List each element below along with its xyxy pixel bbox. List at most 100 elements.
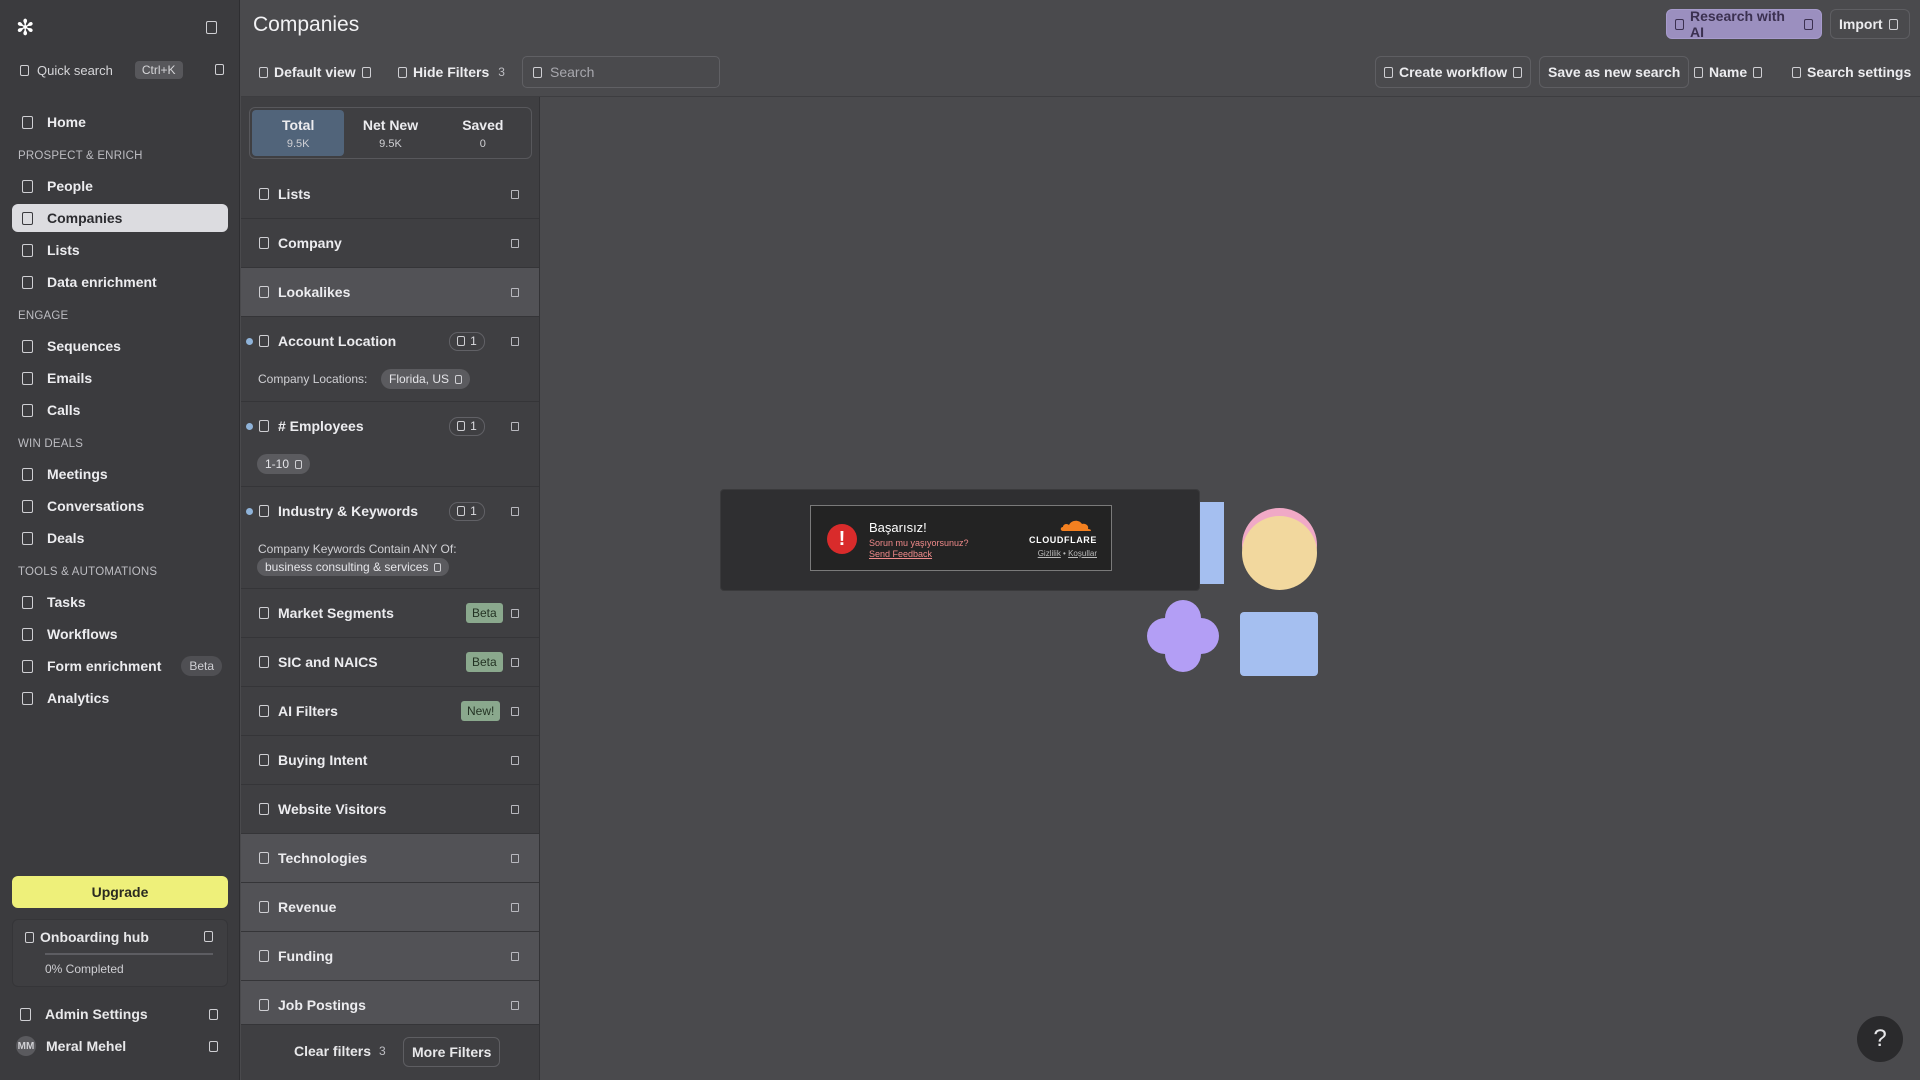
- sidebar-item-emails[interactable]: Emails: [12, 364, 228, 392]
- active-dot: [246, 507, 253, 515]
- filter-company[interactable]: Company: [241, 219, 539, 268]
- privacy-link[interactable]: Gizlilik: [1038, 549, 1061, 558]
- hide-filters-button[interactable]: Hide Filters 3: [398, 56, 505, 88]
- clear-filters-button[interactable]: Clear filters 3: [294, 1043, 386, 1059]
- app-logo-icon[interactable]: ✻: [16, 17, 34, 39]
- section-prospect: PROSPECT & ENRICH: [18, 150, 143, 162]
- upgrade-button[interactable]: Upgrade: [12, 876, 228, 908]
- beta-badge: Beta: [466, 652, 503, 672]
- more-filters-button[interactable]: More Filters: [403, 1037, 501, 1067]
- filter-technologies[interactable]: Technologies: [241, 834, 539, 883]
- tab-net-new[interactable]: Net New 9.5K: [344, 110, 436, 156]
- location-icon: [259, 335, 269, 347]
- filter-ai-filters[interactable]: AI Filters New!: [241, 687, 539, 736]
- search-settings-button[interactable]: Search settings: [1792, 56, 1911, 88]
- chevron-down-icon: [1804, 18, 1813, 30]
- illustration-yellow-circle: [1242, 516, 1317, 590]
- tab-total[interactable]: Total 9.5K: [252, 110, 345, 156]
- filter-funding[interactable]: Funding: [241, 932, 539, 981]
- filter-sic-naics[interactable]: SIC and NAICS Beta: [241, 638, 539, 687]
- sidebar-item-conversations[interactable]: Conversations: [12, 492, 228, 520]
- filter-chip[interactable]: business consulting & services: [257, 558, 450, 576]
- filter-employees[interactable]: # Employees 1 1-10: [241, 402, 539, 487]
- tech-icon: [259, 852, 269, 864]
- dismiss-icon[interactable]: [204, 931, 213, 942]
- compose-icon[interactable]: [215, 64, 224, 75]
- settings-icon: [20, 1007, 31, 1021]
- sidebar-item-data-enrichment[interactable]: Data enrichment: [12, 268, 228, 296]
- filter-label: Lists: [278, 186, 311, 202]
- sidebar-item-label: Home: [47, 114, 86, 130]
- close-icon[interactable]: [295, 459, 303, 469]
- user-menu[interactable]: MM Meral Mehel: [12, 1032, 228, 1060]
- filter-count-badge[interactable]: 1: [449, 416, 485, 436]
- filter-label: Account Location: [278, 333, 397, 349]
- sidebar-item-people[interactable]: People: [12, 172, 228, 200]
- phone-icon: [22, 403, 33, 417]
- close-icon[interactable]: [434, 562, 442, 572]
- filter-lists[interactable]: Lists: [241, 170, 539, 219]
- collapse-sidebar-icon[interactable]: [206, 21, 217, 34]
- sidebar-item-calls[interactable]: Calls: [12, 396, 228, 424]
- sidebar-item-companies[interactable]: Companies: [12, 204, 228, 232]
- filter-panel: Total 9.5K Net New 9.5K Saved 0 Lists Co…: [241, 97, 540, 1080]
- sidebar-item-analytics[interactable]: Analytics: [12, 684, 228, 712]
- quick-search-label: Quick search: [37, 62, 113, 78]
- filter-buying-intent[interactable]: Buying Intent: [241, 736, 539, 785]
- help-button[interactable]: ?: [1857, 1016, 1903, 1062]
- sidebar-item-deals[interactable]: Deals: [12, 524, 228, 552]
- filter-chip[interactable]: Florida, US: [381, 369, 471, 389]
- view-icon: [259, 66, 268, 78]
- filter-revenue[interactable]: Revenue: [241, 883, 539, 932]
- search-input[interactable]: Search: [522, 56, 720, 88]
- sidebar-item-label: Tasks: [47, 594, 86, 610]
- sidebar-item-form-enrichment[interactable]: Form enrichment Beta: [12, 652, 228, 680]
- terms-link[interactable]: Koşullar: [1068, 549, 1097, 558]
- filter-job-postings[interactable]: Job Postings: [241, 981, 539, 1030]
- filter-lookalikes[interactable]: Lookalikes: [241, 268, 539, 317]
- quick-search[interactable]: Quick search Ctrl+K: [12, 58, 228, 82]
- sidebar-item-meetings[interactable]: Meetings: [12, 460, 228, 488]
- onboarding-hub[interactable]: Onboarding hub 0% Completed: [12, 919, 228, 987]
- filter-chip[interactable]: 1-10: [257, 454, 311, 474]
- sidebar-item-workflows[interactable]: Workflows: [12, 620, 228, 648]
- filter-count-badge[interactable]: 1: [449, 501, 485, 521]
- sidebar-item-sequences[interactable]: Sequences: [12, 332, 228, 360]
- sidebar-item-label: Meetings: [47, 466, 108, 482]
- chevron-down-icon: [511, 608, 519, 618]
- sidebar-item-lists[interactable]: Lists: [12, 236, 228, 264]
- import-button[interactable]: Import: [1830, 9, 1910, 39]
- default-view-dropdown[interactable]: Default view: [259, 56, 371, 88]
- send-feedback-link[interactable]: Send Feedback: [869, 549, 932, 559]
- research-ai-label: Research with AI: [1690, 8, 1785, 40]
- sidebar-item-label: Deals: [47, 530, 85, 546]
- save-search-label: Save as new search: [1548, 64, 1681, 80]
- admin-settings[interactable]: Admin Settings: [12, 1000, 228, 1028]
- list-icon: [22, 243, 33, 257]
- onboarding-title: Onboarding hub: [25, 929, 149, 945]
- create-workflow-label: Create workflow: [1399, 64, 1508, 80]
- chevron-up-icon: [511, 421, 519, 431]
- filter-label: Buying Intent: [278, 752, 368, 768]
- create-workflow-button[interactable]: Create workflow: [1375, 56, 1532, 88]
- save-search-button[interactable]: Save as new search: [1539, 56, 1690, 88]
- active-dot: [246, 422, 253, 430]
- chevron-up-icon: [511, 506, 519, 516]
- sort-name-dropdown[interactable]: Name: [1694, 56, 1763, 88]
- sidebar-item-tasks[interactable]: Tasks: [12, 588, 228, 616]
- filter-industry-keywords[interactable]: Industry & Keywords 1 Company Keywords C…: [241, 487, 539, 589]
- filter-market-segments[interactable]: Market Segments Beta: [241, 589, 539, 638]
- filter-count-badge[interactable]: 1: [449, 331, 485, 351]
- cf-title: Başarısız!: [869, 520, 927, 535]
- filter-label: AI Filters: [278, 703, 338, 719]
- tab-saved[interactable]: Saved 0: [437, 110, 529, 156]
- sidebar-item-home[interactable]: Home: [12, 108, 228, 136]
- building-icon: [259, 237, 269, 249]
- filter-website-visitors[interactable]: Website Visitors: [241, 785, 539, 834]
- filter-account-location[interactable]: Account Location 1 Company Locations: Fl…: [241, 317, 539, 402]
- chevron-down-icon: [511, 755, 519, 765]
- workflow-icon: [22, 627, 33, 641]
- filter-label: Technologies: [278, 850, 368, 866]
- research-with-ai-button[interactable]: Research with AI: [1666, 8, 1822, 40]
- close-icon[interactable]: [455, 374, 463, 384]
